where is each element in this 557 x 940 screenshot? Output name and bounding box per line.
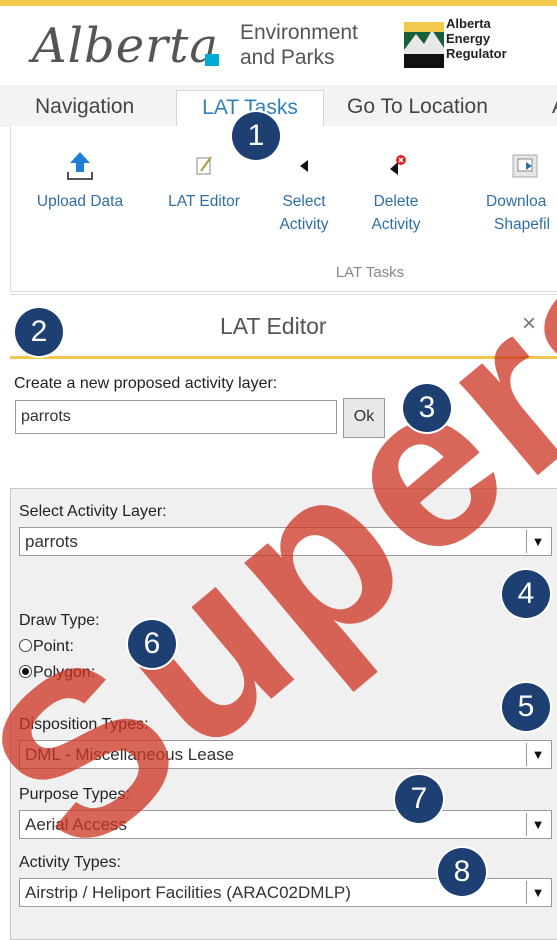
header-accent-line bbox=[0, 0, 557, 6]
aer-logo-icon bbox=[404, 22, 444, 68]
panel-top-border bbox=[10, 294, 557, 295]
chevron-down-icon: ▼ bbox=[526, 743, 549, 766]
select-layer-dropdown[interactable]: parrots ▼ bbox=[19, 527, 552, 556]
delete-cursor-icon bbox=[390, 155, 406, 175]
panel-title: LAT Editor bbox=[220, 313, 327, 339]
draw-type-polygon[interactable]: Polygon: bbox=[19, 664, 95, 682]
alberta-logo-square bbox=[205, 54, 219, 66]
chevron-down-icon: ▼ bbox=[526, 530, 549, 553]
download-icon bbox=[512, 154, 538, 178]
callout-4: 4 bbox=[502, 570, 550, 618]
chevron-down-icon: ▼ bbox=[526, 813, 549, 836]
callout-8: 8 bbox=[438, 848, 486, 896]
callout-6: 6 bbox=[128, 620, 176, 668]
ribbon-group-label: LAT Tasks bbox=[335, 264, 405, 281]
draw-type-point[interactable]: Point: bbox=[19, 638, 74, 656]
callout-1: 1 bbox=[232, 112, 280, 160]
select-layer-label: Select Activity Layer: bbox=[19, 503, 167, 520]
edit-icon bbox=[196, 156, 212, 175]
tab-go-to-location[interactable]: Go To Location bbox=[347, 90, 488, 126]
polygon-radio[interactable] bbox=[19, 665, 32, 678]
aer-logo-text: Alberta Energy Regulator bbox=[446, 16, 507, 61]
close-icon[interactable]: × bbox=[522, 310, 536, 338]
disposition-dropdown[interactable]: DML - Miscellaneous Lease ▼ bbox=[19, 740, 552, 769]
purpose-dropdown[interactable]: Aerial Access ▼ bbox=[19, 810, 552, 839]
upload-icon bbox=[67, 152, 93, 180]
activity-label: Activity Types: bbox=[19, 854, 121, 871]
logo-subtitle: Environment and Parks bbox=[240, 21, 358, 69]
delete-activity-button[interactable]: Delete Activity bbox=[354, 150, 438, 236]
callout-5: 5 bbox=[502, 683, 550, 731]
lat-editor-button[interactable]: LAT Editor bbox=[154, 150, 254, 213]
callout-3: 3 bbox=[403, 384, 451, 432]
purpose-label: Purpose Types: bbox=[19, 786, 130, 803]
upload-data-button[interactable]: Upload Data bbox=[24, 150, 136, 213]
draw-type-label: Draw Type: bbox=[19, 612, 100, 629]
tab-more[interactable]: A bbox=[552, 90, 557, 126]
disposition-label: Disposition Types: bbox=[19, 716, 149, 733]
ok-button[interactable]: Ok bbox=[343, 398, 385, 438]
callout-7: 7 bbox=[395, 775, 443, 823]
point-radio[interactable] bbox=[19, 639, 32, 652]
new-layer-label: Create a new proposed activity layer: bbox=[14, 375, 278, 392]
cursor-icon bbox=[300, 160, 308, 172]
new-layer-input[interactable]: parrots bbox=[15, 400, 337, 434]
tab-navigation[interactable]: Navigation bbox=[35, 90, 134, 126]
select-activity-button[interactable]: Select Activity bbox=[262, 150, 346, 236]
callout-2: 2 bbox=[15, 308, 63, 356]
alberta-logo: Alberta bbox=[32, 18, 219, 74]
download-shapefile-button[interactable]: Downloa Shapefil bbox=[480, 150, 557, 236]
panel-accent-line bbox=[10, 356, 557, 359]
chevron-down-icon: ▼ bbox=[526, 881, 549, 904]
